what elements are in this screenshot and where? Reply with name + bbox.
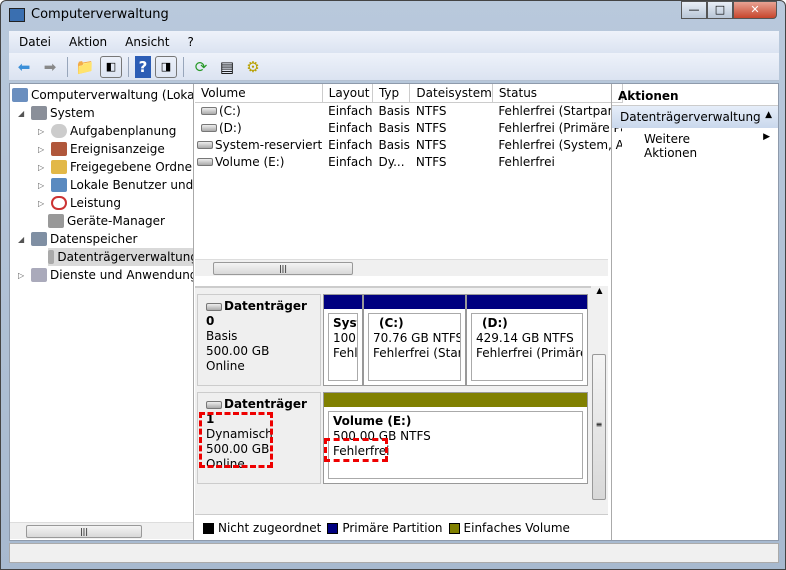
window: Computerverwaltung — □ ✕ Datei Aktion An…	[0, 0, 786, 570]
col-layout[interactable]: Layout	[322, 84, 373, 103]
volume-icon	[201, 124, 217, 132]
tree-item-geraete-manager[interactable]: Geräte-Manager	[48, 212, 165, 230]
actions-header: Aktionen	[612, 84, 778, 106]
col-volume[interactable]: Volume	[195, 84, 323, 103]
window-title: Computerverwaltung	[31, 7, 169, 22]
help-icon[interactable]: ?	[135, 55, 151, 78]
tree-item-aufgabenplanung[interactable]: ▷ Aufgabenplanung	[38, 122, 176, 140]
volume-icon	[201, 107, 217, 116]
tree-item-ereignisanzeige[interactable]: ▷ Ereignisanzeige	[38, 140, 165, 158]
table-row[interactable]: (D:) Einfach Basis NTFS Fehlerfrei (Primäre …	[195, 119, 622, 136]
tree-horizontal-scrollbar[interactable]: |||	[10, 522, 193, 539]
table-row[interactable]: System-reserviert Einfach Basis NTFS Fehlerf…	[195, 136, 622, 153]
navigation-tree: Computerverwaltung (Lokal) ◢ System ▷ Aufg…	[10, 84, 194, 540]
menu-bar: Datei Aktion Ansicht ?	[9, 31, 779, 53]
performance-icon	[51, 196, 67, 210]
properties-icon[interactable]: ▤	[216, 56, 238, 78]
volume-table: Volume Layout Typ Dateisystem Status (C:…	[195, 84, 623, 170]
computer-management-icon	[9, 8, 25, 22]
partition-system-reserved[interactable]: Syste100 MFehle	[323, 294, 363, 386]
partition-d[interactable]: (D:)429.14 GB NTFSFehlerfrei (Primäre P	[466, 294, 588, 386]
tree-item-system[interactable]: ◢ System	[18, 104, 95, 122]
legend: Nicht zugeordnet Primäre Partition Einfa…	[195, 514, 608, 540]
disk-graphic-area: Datenträger 0 Basis500.00 GBOnline Syste…	[195, 286, 608, 514]
tree-item-lokale-benutzer[interactable]: ▷ Lokale Benutzer und G	[38, 176, 193, 194]
menu-help[interactable]: ?	[187, 35, 193, 49]
disk-vertical-scrollbar[interactable]: ▲ ≡	[591, 286, 608, 514]
close-button[interactable]: ✕	[733, 1, 777, 19]
status-bar	[9, 543, 779, 563]
menu-ansicht[interactable]: Ansicht	[125, 35, 169, 49]
disk-0-info[interactable]: Datenträger 0 Basis 500.00 GB Online	[197, 294, 321, 386]
tools-icon	[31, 106, 47, 120]
col-dateisystem[interactable]: Dateisystem	[409, 84, 493, 103]
tree-item-datentraegerverwaltung[interactable]: Datenträgerverwaltung	[48, 248, 193, 266]
refresh-icon[interactable]: ⟳	[190, 56, 212, 78]
tree-item-datenspeicher[interactable]: ◢ Datenspeicher	[18, 230, 137, 248]
table-row[interactable]: (C:) Einfach Basis NTFS Fehlerfrei (Startpar…	[195, 102, 622, 119]
table-row[interactable]: Volume (E:) Einfach Dy... NTFS Fehlerfrei	[195, 153, 622, 170]
services-icon	[31, 268, 47, 282]
computer-icon	[12, 88, 28, 102]
volume-icon	[197, 158, 213, 166]
volume-icon	[197, 141, 213, 149]
col-typ[interactable]: Typ	[372, 84, 411, 103]
tree-item-dienste[interactable]: ▷Dienste und Anwendungen	[18, 266, 193, 284]
menu-datei[interactable]: Datei	[19, 35, 51, 49]
partition-c[interactable]: (C:)70.76 GB NTFSFehlerfrei (Startp	[363, 294, 466, 386]
highlight-box	[324, 438, 388, 462]
tree-item-computerverwaltung[interactable]: Computerverwaltung (Lokal)	[12, 86, 193, 104]
main-area: Computerverwaltung (Lokal) ◢ System ▷ Aufg…	[9, 83, 779, 541]
menu-aktion[interactable]: Aktion	[69, 35, 107, 49]
disk-management-icon	[48, 250, 55, 264]
storage-icon	[31, 232, 47, 246]
weitere-aktionen[interactable]: Weitere Aktionen ▶	[612, 128, 778, 160]
disk-icon	[206, 400, 222, 409]
minimize-button[interactable]: —	[681, 1, 707, 19]
tree-item-leistung[interactable]: ▷ Leistung	[38, 194, 121, 212]
clock-icon	[51, 124, 67, 138]
legend-unallocated: Nicht zugeordnet	[203, 521, 321, 535]
toolbar: ⬅ ➡ 📁 ◧ ? ◨ ⟳ ▤ ⚙	[9, 53, 779, 81]
disk-icon	[206, 302, 222, 311]
back-arrow-icon[interactable]: ⬅	[13, 56, 35, 78]
tree-item-freigegebene-ordner[interactable]: ▷ Freigegebene Ordner	[38, 158, 193, 176]
show-hide-tree-icon[interactable]: ◧	[100, 55, 122, 78]
show-hide-action-pane-icon[interactable]: ◨	[155, 55, 177, 78]
shared-folder-icon	[51, 160, 67, 174]
submenu-arrow-icon: ▶	[763, 132, 770, 142]
highlight-box	[199, 412, 273, 468]
collapse-arrow-icon[interactable]: ▲	[765, 110, 772, 120]
legend-primary-partition: Primäre Partition	[327, 521, 443, 535]
legend-simple-volume: Einfaches Volume	[448, 521, 570, 535]
maximize-button[interactable]: □	[707, 1, 733, 19]
event-viewer-icon	[51, 142, 67, 156]
device-manager-icon	[48, 214, 64, 228]
forward-arrow-icon[interactable]: ➡	[39, 56, 61, 78]
title-bar: Computerverwaltung — □ ✕	[1, 1, 785, 31]
users-icon	[51, 178, 67, 192]
col-status[interactable]: Status	[492, 84, 623, 103]
actions-pane: Aktionen Datenträgerverwaltung ▲ Weitere …	[611, 84, 778, 540]
actions-section-datentraegerverwaltung[interactable]: Datenträgerverwaltung ▲	[612, 106, 778, 128]
up-folder-icon[interactable]: 📁	[74, 56, 96, 78]
table-horizontal-scrollbar[interactable]: |||	[195, 259, 608, 276]
settings-icon[interactable]: ⚙	[242, 56, 264, 78]
disk-management-pane: Volume Layout Typ Dateisystem Status (C:…	[195, 84, 623, 540]
